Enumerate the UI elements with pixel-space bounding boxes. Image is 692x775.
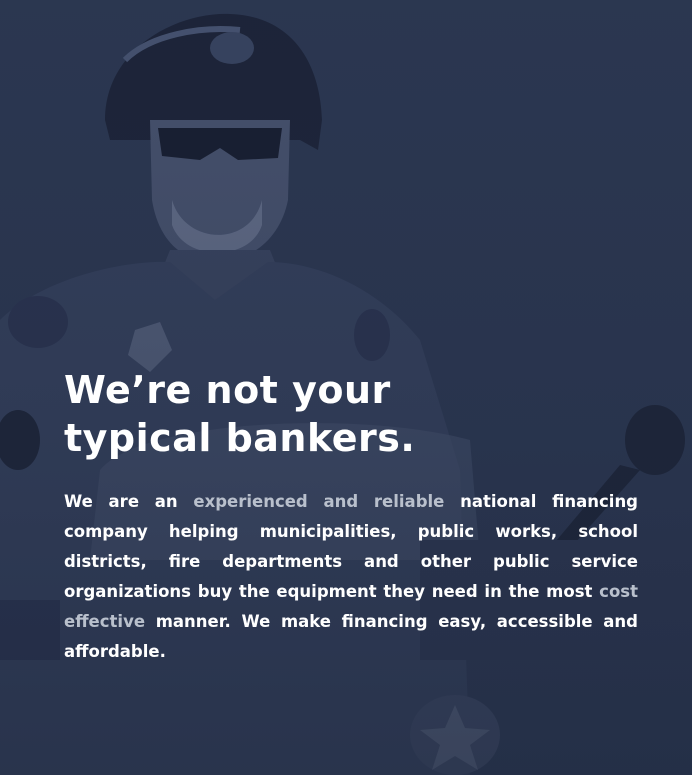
hero-section: We’re not your typical bankers. We are a… <box>0 0 692 775</box>
headline-line-1: We’re not your <box>64 368 391 412</box>
hero-content: We’re not your typical bankers. We are a… <box>64 366 638 667</box>
description-highlight-1: experienced and reliable <box>193 492 445 511</box>
headline-line-2: typical bankers. <box>64 416 416 460</box>
hero-headline: We’re not your typical bankers. <box>64 366 638 462</box>
description-part-3: manner. We make financing easy, accessib… <box>64 612 638 661</box>
description-part-1: We are an <box>64 492 194 511</box>
hero-description: We are an experienced and reliable natio… <box>64 487 638 667</box>
